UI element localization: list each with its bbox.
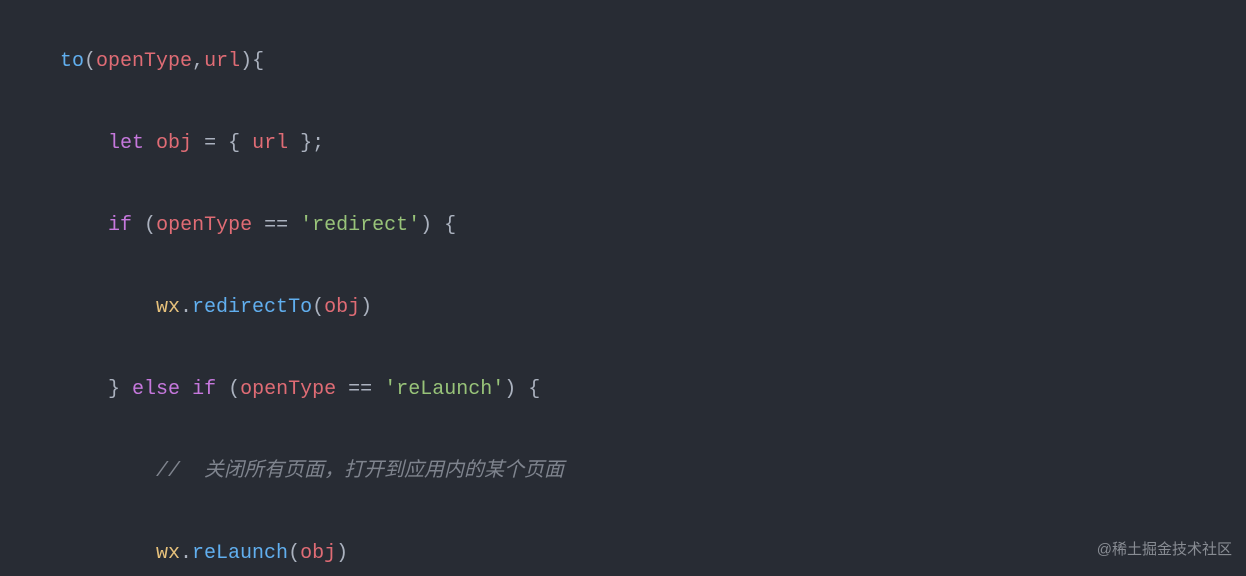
code-line: wx.redirectTo(obj): [60, 287, 1246, 328]
code-line: if (openType == 'redirect') {: [60, 205, 1246, 246]
code-line: let obj = { url };: [60, 123, 1246, 164]
watermark: @稀土掘金技术社区: [1097, 529, 1232, 570]
code-line: } else if (openType == 'reLaunch') {: [60, 369, 1246, 410]
code-line: wx.reLaunch(obj): [60, 533, 1246, 574]
code-block: to(openType,url){ let obj = { url }; if …: [0, 0, 1246, 576]
code-line: to(openType,url){: [60, 41, 1246, 82]
function-name: to: [60, 50, 84, 73]
comment: // 关闭所有页面，打开到应用内的某个页面: [156, 460, 564, 483]
code-line: // 关闭所有页面，打开到应用内的某个页面: [60, 451, 1246, 492]
